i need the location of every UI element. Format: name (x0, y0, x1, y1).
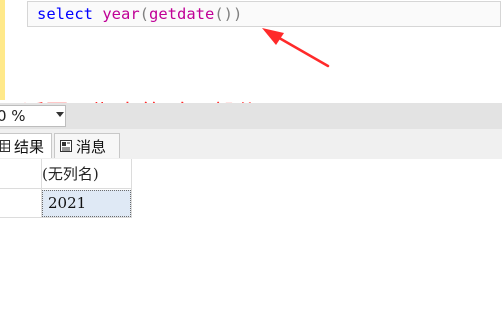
zoom-bar (0, 103, 502, 129)
grid-column-divider (131, 159, 132, 218)
zoom-value: 0 % (0, 107, 26, 125)
grid-row-divider (0, 217, 132, 218)
tab-messages-label: 消息 (76, 137, 107, 156)
tab-results[interactable]: 结果 (0, 133, 52, 158)
grid-header-divider (0, 188, 132, 189)
tab-messages[interactable]: 消息 (54, 133, 120, 158)
table-cell-value: 2021 (48, 194, 87, 212)
chevron-down-icon[interactable] (56, 112, 64, 117)
results-grid-icon (0, 137, 10, 156)
tab-results-label: 结果 (14, 137, 45, 156)
messages-icon (60, 137, 72, 156)
column-header[interactable]: (无列名) (42, 162, 99, 186)
